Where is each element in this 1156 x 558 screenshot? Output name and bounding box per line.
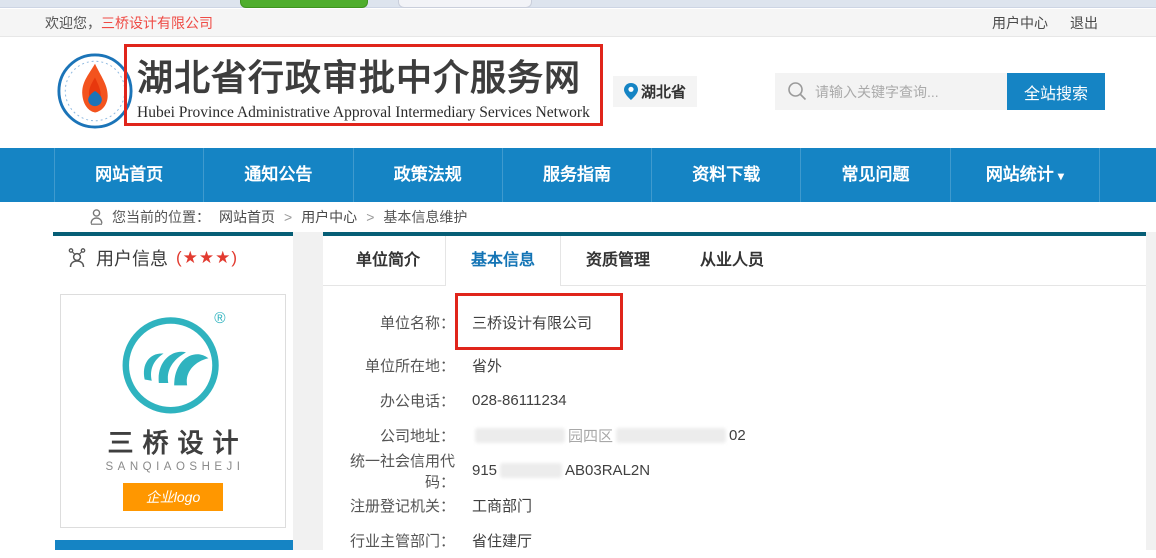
site-title: 湖北省行政审批中介服务网: [137, 54, 590, 102]
welcome-prefix: 欢迎您，: [45, 15, 101, 31]
company-logo-box: ® 三桥设计 SANQIAOSHEJI 企业logo: [60, 294, 286, 528]
user-network-icon: [66, 247, 88, 269]
field-row-credit-code: 统一社会信用代码： 915 AB03RAL2N: [323, 453, 1146, 488]
region-label: 湖北省: [641, 81, 686, 102]
user-rating-stars: (★★★): [176, 248, 238, 268]
field-row-unit-region: 单位所在地： 省外: [323, 348, 1146, 383]
location-person-icon: [90, 209, 103, 225]
nav-item-site-stats[interactable]: 网站统计 ▾: [950, 148, 1100, 202]
browser-button-remnant-white: [398, 0, 532, 8]
unit-region-value: 省外: [472, 355, 502, 376]
unit-name-label: 单位名称：: [323, 312, 455, 333]
registry-authority-label: 注册登记机关：: [323, 495, 455, 516]
search-icon: [787, 81, 807, 101]
company-logo-name-en: SANQIAOSHEJI: [65, 460, 285, 475]
breadcrumb-row: 您当前的位置： 网站首页 > 用户中心 > 基本信息维护: [0, 202, 1156, 232]
main-nav: 网站首页 通知公告 政策法规 服务指南 资料下载 常见问题 网站统计 ▾: [0, 148, 1156, 202]
registry-authority-value: 工商部门: [472, 495, 532, 516]
credit-code-value: 915 AB03RAL2N: [472, 462, 650, 479]
site-subtitle: Hubei Province Administrative Approval I…: [137, 102, 590, 124]
site-header: 湖北省行政审批中介服务网 Hubei Province Administrati…: [0, 38, 1156, 148]
tab-unit-profile[interactable]: 单位简介: [331, 236, 445, 285]
nav-item-service-guide[interactable]: 服务指南: [502, 148, 651, 202]
page-right-edge: [1146, 232, 1156, 550]
credit-code-label: 统一社会信用代码：: [323, 450, 455, 492]
field-row-registry-authority: 注册登记机关： 工商部门: [323, 488, 1146, 523]
nav-item-home[interactable]: 网站首页: [54, 148, 203, 202]
office-phone-value: 028-86111234: [472, 392, 567, 409]
censor-blur-patch: [500, 463, 562, 478]
welcome-message: 欢迎您，三桥设计有限公司: [45, 9, 213, 37]
region-selector[interactable]: 湖北省: [613, 76, 697, 107]
office-phone-label: 办公电话：: [323, 390, 455, 411]
breadcrumb-separator: >: [366, 209, 374, 225]
chevron-down-icon: ▾: [1058, 169, 1064, 183]
map-pin-icon: [624, 83, 638, 100]
address-visible-fragment: 园四区: [568, 425, 613, 446]
sidebar-next-section-header: [55, 540, 293, 550]
industry-authority-label: 行业主管部门：: [323, 530, 455, 551]
industry-authority-value: 省住建厅: [472, 530, 532, 551]
breadcrumb-home[interactable]: 网站首页: [219, 207, 275, 227]
welcome-company-name: 三桥设计有限公司: [101, 15, 213, 31]
field-row-company-address: 公司地址： 园四区 02: [323, 418, 1146, 453]
nav-item-notices[interactable]: 通知公告: [203, 148, 352, 202]
top-utility-bar: 欢迎您，三桥设计有限公司 用户中心 退出: [0, 9, 1156, 37]
nav-item-site-stats-label: 网站统计: [986, 165, 1054, 184]
field-row-office-phone: 办公电话： 028-86111234: [323, 383, 1146, 418]
unit-region-label: 单位所在地：: [323, 355, 455, 376]
user-info-panel-header: 用户信息 (★★★): [53, 236, 293, 280]
site-search-button[interactable]: 全站搜索: [1007, 73, 1105, 110]
browser-button-remnant-green: [240, 0, 368, 8]
censor-blur-patch: [475, 428, 565, 443]
nav-item-faq[interactable]: 常见问题: [800, 148, 949, 202]
tab-basic-info[interactable]: 基本信息: [445, 236, 561, 286]
logout-link[interactable]: 退出: [1070, 9, 1098, 37]
breadcrumb-prefix: 您当前的位置：: [112, 207, 210, 227]
address-visible-end: 02: [729, 427, 746, 444]
enterprise-logo-button[interactable]: 企业logo: [123, 483, 223, 511]
company-logo-name: 三桥设计: [70, 428, 285, 458]
basic-info-panel: 单位简介 基本信息 资质管理 从业人员 单位名称： 三桥设计有限公司 单位所在地…: [323, 232, 1146, 550]
user-info-title: 用户信息: [96, 245, 168, 271]
credit-code-start: 915: [472, 462, 497, 479]
profile-tabs: 单位简介 基本信息 资质管理 从业人员: [323, 236, 1146, 286]
basic-info-form: 单位名称： 三桥设计有限公司 单位所在地： 省外 办公电话： 028-86111…: [323, 286, 1146, 558]
nav-item-downloads[interactable]: 资料下载: [651, 148, 800, 202]
nav-item-policies[interactable]: 政策法规: [353, 148, 502, 202]
trademark-symbol: ®: [214, 310, 226, 327]
breadcrumb-current: 基本信息维护: [383, 207, 467, 227]
browser-edge-strip: [0, 0, 1156, 8]
company-address-value: 园四区 02: [472, 425, 746, 446]
company-address-label: 公司地址：: [323, 425, 455, 446]
company-logo-image: ®: [114, 303, 232, 423]
breadcrumb-user-center[interactable]: 用户中心: [301, 207, 357, 227]
breadcrumb: 您当前的位置： 网站首页 > 用户中心 > 基本信息维护: [90, 202, 467, 232]
field-row-industry-authority: 行业主管部门： 省住建厅: [323, 523, 1146, 558]
user-center-link[interactable]: 用户中心: [992, 9, 1048, 37]
censor-blur-patch: [616, 428, 726, 443]
site-logo-icon: [56, 52, 134, 130]
unit-name-value: 三桥设计有限公司: [472, 312, 592, 333]
tab-employees[interactable]: 从业人员: [675, 236, 789, 285]
field-row-unit-name: 单位名称： 三桥设计有限公司: [323, 296, 1146, 348]
user-info-panel: 用户信息 (★★★) ® 三桥设计 SANQIAOSHEJI 企业logo: [53, 232, 293, 532]
breadcrumb-separator: >: [284, 209, 292, 225]
column-gap: [293, 232, 323, 550]
credit-code-end: AB03RAL2N: [565, 462, 650, 479]
search-input[interactable]: [775, 73, 1007, 110]
tab-qualification-mgmt[interactable]: 资质管理: [561, 236, 675, 285]
